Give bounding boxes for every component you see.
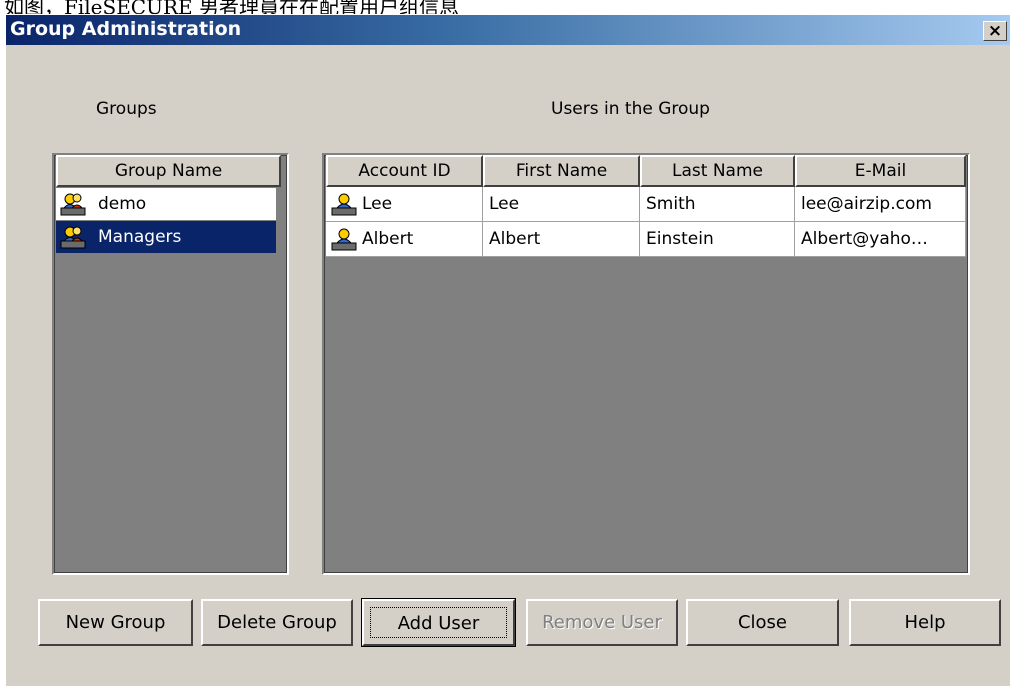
group-name-text: demo — [98, 194, 147, 214]
account-id-text: Albert — [362, 229, 414, 249]
group-item-demo[interactable]: demo — [56, 188, 276, 220]
group-administration-dialog: Group Administration × Groups Users in t… — [5, 14, 1010, 686]
groups-list[interactable]: Group Name demo Managers — [52, 153, 289, 575]
table-row[interactable]: Lee Lee Smith lee@airzip.com — [326, 187, 966, 222]
add-user-label: Add User — [370, 607, 507, 638]
groups-label: Groups — [96, 99, 157, 119]
help-button[interactable]: Help — [849, 599, 1001, 646]
column-header-account-id[interactable]: Account ID — [326, 155, 483, 187]
group-name-column-header[interactable]: Group Name — [56, 155, 281, 187]
add-user-button[interactable]: Add User — [361, 598, 516, 647]
last-name-cell: Smith — [640, 187, 795, 222]
account-id-cell: Lee — [326, 187, 483, 222]
remove-user-button[interactable]: Remove User — [526, 599, 678, 646]
user-icon — [331, 227, 357, 251]
users-in-group-label: Users in the Group — [551, 99, 710, 119]
account-id-text: Lee — [362, 194, 393, 214]
user-icon — [331, 192, 357, 216]
group-name-text: Managers — [98, 227, 182, 247]
user-group-icon — [60, 225, 86, 249]
first-name-cell: Albert — [483, 222, 640, 257]
first-name-cell: Lee — [483, 187, 640, 222]
group-item-managers[interactable]: Managers — [56, 221, 276, 253]
column-header-last-name[interactable]: Last Name — [640, 155, 795, 187]
user-group-icon — [60, 192, 86, 216]
account-id-cell: Albert — [326, 222, 483, 257]
table-row[interactable]: Albert Albert Einstein Albert@yaho… — [326, 222, 966, 257]
email-cell: lee@airzip.com — [795, 187, 966, 222]
close-button[interactable]: Close — [686, 599, 839, 646]
delete-group-button[interactable]: Delete Group — [201, 599, 353, 646]
users-table[interactable]: Account ID First Name Last Name E-Mail L… — [322, 153, 970, 575]
email-cell: Albert@yaho… — [795, 222, 966, 257]
window-title: Group Administration — [10, 18, 242, 40]
column-header-email[interactable]: E-Mail — [795, 155, 966, 187]
title-bar[interactable]: Group Administration × — [6, 15, 1010, 45]
last-name-cell: Einstein — [640, 222, 795, 257]
close-window-button[interactable]: × — [983, 21, 1007, 41]
column-header-first-name[interactable]: First Name — [483, 155, 640, 187]
new-group-button[interactable]: New Group — [38, 599, 193, 646]
